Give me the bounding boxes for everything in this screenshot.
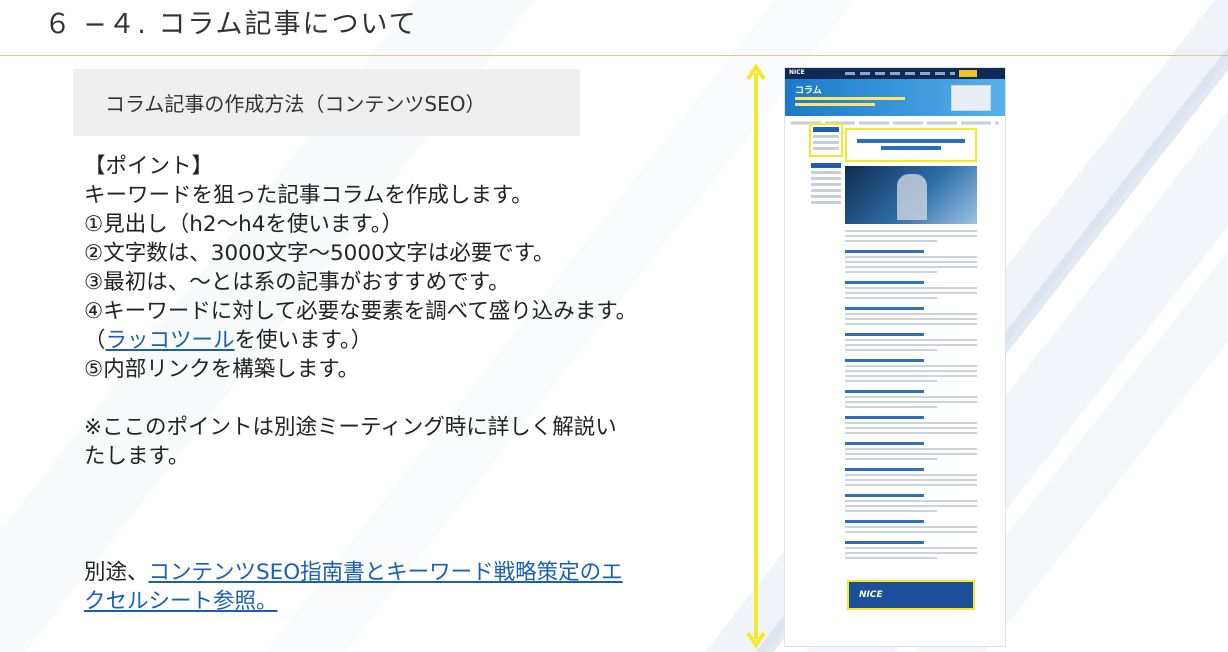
title-divider [0,55,1228,56]
footer-prefix: 別途、 [84,560,149,585]
note-line-2: たします。 [84,444,190,469]
column-page-screenshot: NICE コラム NICE [784,67,1006,647]
thumb-article-title-highlight [845,128,977,162]
points-heading: 【ポイント】 [84,154,214,179]
point-2: ②文字数は、3000文字〜5000文字は必要です。 [84,241,555,266]
points-section: 【ポイント】 キーワードを狙った記事コラムを作成します。 ①見出し（h2〜h4を… [84,152,704,471]
thumb-article [845,128,977,562]
point-4: ④キーワードに対して必要な要素を調べて盛り込みます。 [84,299,638,324]
footer-reference: 別途、コンテンツSEO指南書とキーワード戦略策定のエ クセルシート参照。 [84,558,704,616]
point-5: ⑤内部リンクを構築します。 [84,357,360,382]
subtitle-box: コラム記事の作成方法（コンテンツSEO） [73,69,580,136]
thumb-banner: NICE [847,580,975,610]
note-line-1: ※ここのポイントは別途ミーティング時に詳しく解説い [84,415,617,440]
laptop-icon [951,85,991,111]
thumb-sidebar-highlight [809,123,843,157]
footer-line-1: 別途、コンテンツSEO指南書とキーワード戦略策定のエ [84,558,704,587]
guide-link-part-1[interactable]: コンテンツSEO指南書とキーワード戦略策定のエ [149,560,623,585]
point-1: ①見出し（h2〜h4を使います。） [84,212,403,237]
rakko-tool-link[interactable]: ラッコツール [106,328,235,353]
footer-line-2: クセルシート参照。 [84,587,704,616]
thumb-article-image [845,166,977,224]
slide-title: ６ −４. コラム記事について [44,9,418,40]
thumb-hero-title: コラム [795,86,822,96]
thumb-hero: コラム [785,79,1005,116]
thumb-sidebar [809,123,843,207]
double-arrow-icon [746,63,766,649]
guide-link-part-2[interactable]: クセルシート参照。 [84,589,278,614]
thumb-navbar: NICE [785,68,1005,79]
point-4-detail: （ラッコツールを使います。） [84,326,704,355]
points-intro: キーワードを狙った記事コラムを作成します。 [84,183,533,208]
thumb-banner-text: NICE [859,590,883,600]
point-3: ③最初は、〜とは系の記事がおすすめです。 [84,270,510,295]
point-4-rest: を使います。） [234,328,373,353]
thumb-logo: NICE [789,69,805,76]
subtitle-text: コラム記事の作成方法（コンテンツSEO） [105,92,486,116]
point-4-open: （ [84,328,106,353]
